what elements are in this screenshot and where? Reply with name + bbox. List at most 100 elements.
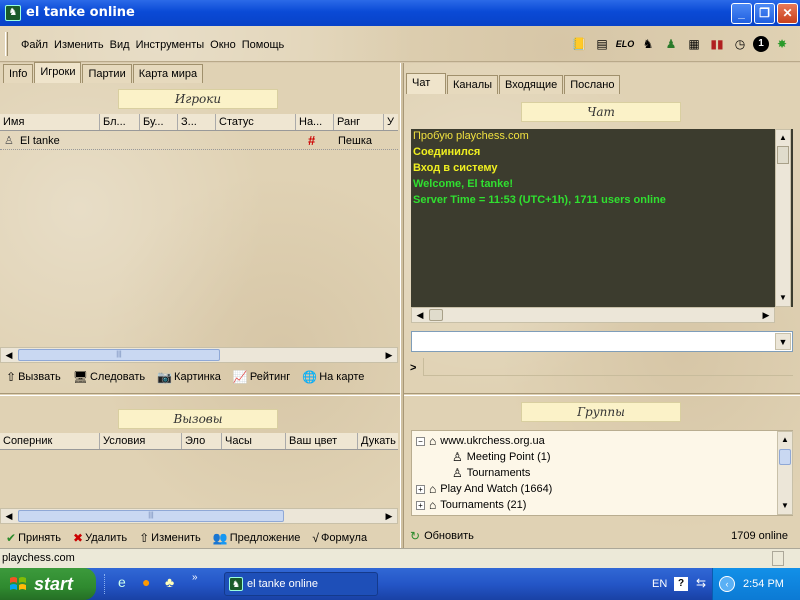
tab-sent[interactable]: Послано bbox=[564, 75, 621, 94]
star-icon[interactable]: ✸ bbox=[772, 34, 792, 54]
chevron-left-icon[interactable]: ‹ bbox=[719, 576, 735, 592]
minimize-button[interactable]: _ bbox=[731, 3, 752, 24]
scroll-left-icon[interactable]: ◀ bbox=[1, 348, 17, 362]
expand-icon[interactable]: + bbox=[416, 500, 425, 510]
number-one-icon[interactable]: 1 bbox=[753, 36, 769, 52]
clock-icon[interactable]: ◷ bbox=[730, 34, 750, 54]
accept-button[interactable]: ✔ Принять bbox=[6, 527, 61, 549]
chat-input[interactable] bbox=[423, 358, 793, 376]
splitter[interactable] bbox=[0, 393, 400, 396]
table-row[interactable]: ♙ El tanke # Пешка bbox=[0, 132, 398, 150]
scroll-thumb[interactable] bbox=[429, 309, 443, 321]
tree-node[interactable]: − ⌂ www.ukrchess.org.ua bbox=[416, 434, 545, 448]
col-u[interactable]: У bbox=[384, 114, 398, 130]
groups-vscroll[interactable]: ▲ ▼ bbox=[777, 431, 793, 515]
delete-button[interactable]: ✖ Удалить bbox=[73, 527, 127, 549]
scroll-thumb[interactable]: ||| bbox=[18, 510, 284, 522]
follow-button[interactable]: 🖥 Следовать bbox=[73, 366, 145, 388]
users-icon: 👥 bbox=[212, 531, 228, 545]
refresh-button[interactable]: ↻ Обновить bbox=[410, 529, 474, 543]
maximize-button[interactable]: ❐ bbox=[754, 3, 775, 24]
scroll-down-icon[interactable]: ▼ bbox=[776, 290, 790, 306]
col-conditions[interactable]: Условия bbox=[100, 433, 182, 449]
col-status[interactable]: Статус bbox=[216, 114, 296, 130]
scroll-left-icon[interactable]: ◀ bbox=[1, 509, 17, 523]
language-indicator[interactable]: EN bbox=[652, 578, 667, 590]
scroll-right-icon[interactable]: ▶ bbox=[381, 509, 397, 523]
scroll-down-icon[interactable]: ▼ bbox=[778, 498, 792, 514]
menu-file[interactable]: Файл bbox=[18, 39, 51, 51]
scroll-thumb[interactable]: ||| bbox=[18, 349, 220, 361]
book-icon[interactable]: 📒 bbox=[569, 34, 589, 54]
network-icon[interactable]: ⇆ bbox=[696, 576, 706, 590]
tab-channels[interactable]: Каналы bbox=[447, 75, 499, 94]
chevron-right-icon[interactable]: » bbox=[192, 572, 198, 583]
col-opponent[interactable]: Соперник bbox=[0, 433, 100, 449]
list-icon[interactable]: ▤ bbox=[592, 34, 612, 54]
menu-window[interactable]: Окно bbox=[207, 39, 239, 51]
menu-view[interactable]: Вид bbox=[107, 39, 133, 51]
scroll-left-icon[interactable]: ◀ bbox=[412, 308, 428, 322]
col-ducats[interactable]: Дукать bbox=[358, 433, 398, 449]
chevron-down-icon[interactable]: ▼ bbox=[775, 333, 791, 350]
menu-edit[interactable]: Изменить bbox=[51, 39, 107, 51]
col-name[interactable]: Имя bbox=[0, 114, 100, 130]
col-bl[interactable]: Бл... bbox=[100, 114, 140, 130]
col-your-color[interactable]: Ваш цвет bbox=[286, 433, 358, 449]
offer-button[interactable]: 👥 Предложение bbox=[213, 527, 301, 549]
scroll-thumb[interactable] bbox=[779, 449, 791, 465]
knight-icon[interactable]: ♞ bbox=[638, 34, 658, 54]
tab-inbox[interactable]: Входящие bbox=[499, 75, 564, 94]
ie-icon[interactable]: e bbox=[118, 574, 126, 590]
tab-games[interactable]: Партии bbox=[82, 64, 132, 83]
rating-button[interactable]: 📈 Рейтинг bbox=[233, 366, 290, 388]
help-icon[interactable]: ? bbox=[674, 577, 688, 591]
chat-vscroll[interactable]: ▲ ▼ bbox=[775, 129, 791, 307]
tab-info[interactable]: Info bbox=[3, 64, 34, 83]
collapse-icon[interactable]: − bbox=[416, 436, 425, 446]
tree-node[interactable]: ♙ Meeting Point (1) bbox=[452, 450, 551, 464]
edit-button[interactable]: ⇧ Изменить bbox=[139, 527, 201, 549]
challenges-hscroll[interactable]: ◀ ||| ▶ bbox=[0, 508, 398, 524]
col-rank[interactable]: Ранг bbox=[334, 114, 384, 130]
globe-icon: 🌐 bbox=[302, 370, 318, 384]
picture-button[interactable]: 📷 Картинка bbox=[157, 366, 221, 388]
taskbar-item[interactable]: ♞ el tanke online bbox=[224, 572, 378, 596]
close-button[interactable]: ✕ bbox=[777, 3, 798, 24]
challenge-button[interactable]: ⇧ Вызвать bbox=[6, 366, 61, 388]
tab-players[interactable]: Игроки bbox=[34, 62, 82, 83]
tab-chat[interactable]: Чат bbox=[406, 73, 446, 94]
col-clock[interactable]: Часы bbox=[222, 433, 286, 449]
on-map-button[interactable]: 🌐 На карте bbox=[302, 366, 364, 388]
board-icon[interactable]: ▦ bbox=[684, 34, 704, 54]
formula-button[interactable]: √ Формула bbox=[312, 527, 367, 549]
firefox-icon[interactable]: ● bbox=[142, 574, 150, 590]
chat-log[interactable]: Пробую playchess.com Соединился Вход в с… bbox=[411, 129, 793, 307]
tab-world-map[interactable]: Карта мира bbox=[132, 64, 204, 83]
messenger-icon[interactable]: ♣ bbox=[165, 574, 174, 590]
scroll-thumb[interactable] bbox=[777, 146, 789, 164]
splitter[interactable] bbox=[404, 393, 800, 396]
scroll-up-icon[interactable]: ▲ bbox=[776, 130, 790, 146]
tree-node[interactable]: + ⌂ Tournaments (21) bbox=[416, 498, 526, 512]
scroll-right-icon[interactable]: ▶ bbox=[758, 308, 774, 322]
expand-icon[interactable]: + bbox=[416, 484, 425, 494]
col-z[interactable]: З... bbox=[178, 114, 216, 130]
col-bu[interactable]: Бу... bbox=[140, 114, 178, 130]
start-button[interactable]: start bbox=[0, 568, 96, 600]
menu-tools[interactable]: Инструменты bbox=[133, 39, 208, 51]
elo-icon[interactable]: ELO bbox=[615, 34, 635, 54]
players-hscroll[interactable]: ◀ ||| ▶ bbox=[0, 347, 398, 363]
tree-node[interactable]: + ⌂ Play And Watch (1664) bbox=[416, 482, 552, 496]
player-icon[interactable]: ♟ bbox=[661, 34, 681, 54]
scroll-right-icon[interactable]: ▶ bbox=[381, 348, 397, 362]
menu-help[interactable]: Помощь bbox=[239, 39, 288, 51]
chat-target-select[interactable]: ▼ bbox=[411, 331, 793, 352]
scroll-up-icon[interactable]: ▲ bbox=[778, 432, 792, 448]
chat-line: Вход в систему bbox=[413, 162, 498, 174]
col-na[interactable]: На... bbox=[296, 114, 334, 130]
col-elo[interactable]: Эло bbox=[182, 433, 222, 449]
chat-hscroll[interactable]: ◀ ▶ bbox=[411, 307, 775, 323]
chart-icon[interactable]: ▮▮ bbox=[707, 34, 727, 54]
tree-node[interactable]: ♙ Tournaments bbox=[452, 466, 530, 480]
